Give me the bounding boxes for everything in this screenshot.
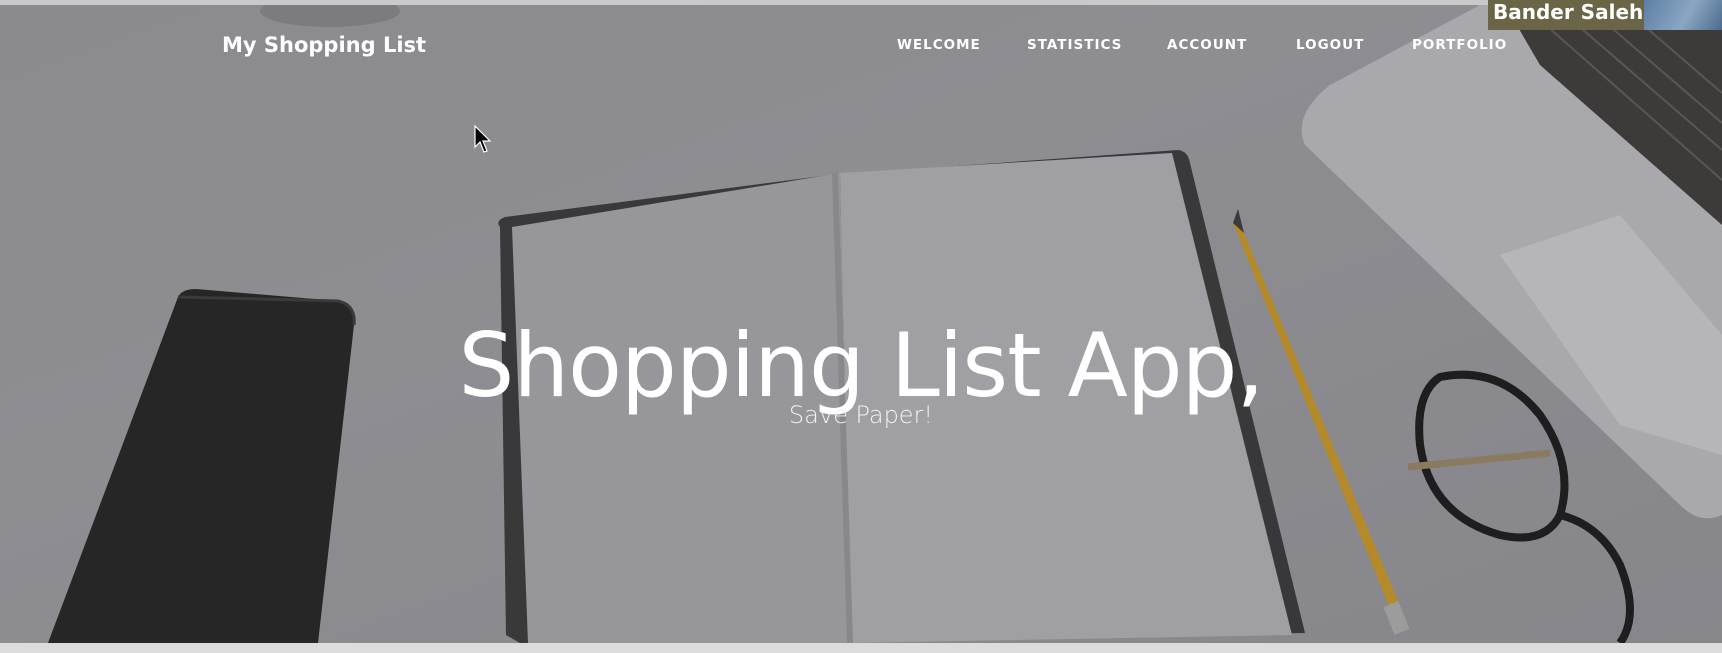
nav-link-welcome[interactable]: WELCOME <box>897 37 981 53</box>
mouse-pointer-icon <box>474 125 492 153</box>
window-bottom-edge <box>0 643 1722 653</box>
brand-link[interactable]: My Shopping List <box>222 33 426 57</box>
hero-subtitle: Save Paper! <box>788 401 934 429</box>
presenter-name-tag: Bander Saleh <box>1488 0 1644 30</box>
navbar: My Shopping List WELCOME STATISTICS ACCO… <box>0 5 1722 85</box>
webcam-thumbnail <box>1644 0 1722 30</box>
nav-link-statistics[interactable]: STATISTICS <box>1027 37 1122 53</box>
hero-section: My Shopping List WELCOME STATISTICS ACCO… <box>0 5 1722 643</box>
nav-link-account[interactable]: ACCOUNT <box>1167 37 1247 53</box>
nav-link-logout[interactable]: LOGOUT <box>1296 37 1364 53</box>
nav-link-portfolio[interactable]: PORTFOLIO <box>1412 37 1507 53</box>
